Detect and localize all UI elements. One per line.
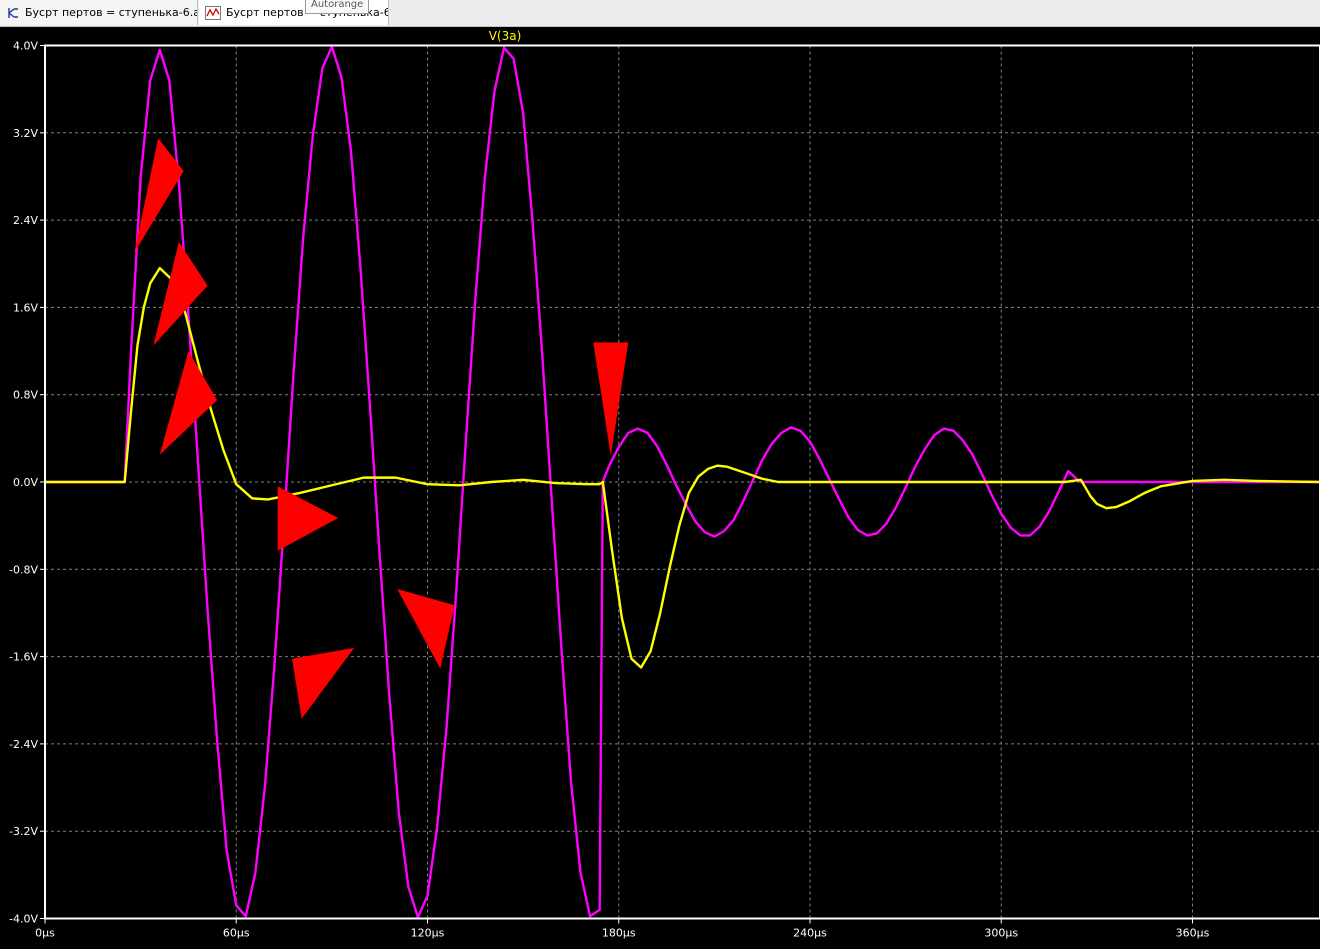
red-arrow-right-marker-2 [153,241,208,346]
y-tick-label: -0.8V [9,563,38,576]
red-arrow-right-marker-5 [292,647,355,719]
y-tick-label: -4.0V [9,913,38,926]
y-tick-label: -1.6V [9,651,38,664]
tab-bar: Бусрт пертов = ступенька-6.asc Бусрт пер… [0,0,1320,27]
red-arrow-right-marker-3 [159,351,218,455]
waveform-plot[interactable]: 4.0V 3.2V 2.4V 1.6V 0.8V 0.0V -0.8V -1.6V -2.4V -… [0,26,1320,949]
x-tick-label: 0µs [35,927,55,940]
x-tick-label: 360µs [1176,927,1210,940]
tab-schematic-label: Бусрт пертов = ступенька-6.asc [25,6,198,19]
schematic-icon [8,7,18,18]
tab-schematic[interactable]: Бусрт пертов = ступенька-6.asc [0,0,198,25]
x-tick-label: 60µs [223,927,250,940]
waveform-icon [205,5,221,20]
y-tick-label: -3.2V [9,825,38,838]
x-tick-label: 240µs [793,927,827,940]
axis-ticks: 4.0V 3.2V 2.4V 1.6V 0.8V 0.0V -0.8V -1.6V -2.4V -… [9,40,1210,940]
x-tick-label: 120µs [411,927,445,940]
x-tick-label: 300µs [984,927,1018,940]
y-tick-label: 1.6V [13,301,38,314]
y-tick-label: 0.0V [13,476,38,489]
x-tick-label: 180µs [602,927,636,940]
y-tick-label: 0.8V [13,389,38,402]
trace-label: V(3a) [489,29,522,43]
y-tick-label: 4.0V [13,40,38,53]
y-tick-label: 2.4V [13,214,38,227]
autorange-tooltip: Autorange [305,0,370,14]
y-tick-label: -2.4V [9,738,38,751]
red-arrow-right-marker-4 [277,486,339,551]
y-tick-label: 3.2V [13,127,38,140]
